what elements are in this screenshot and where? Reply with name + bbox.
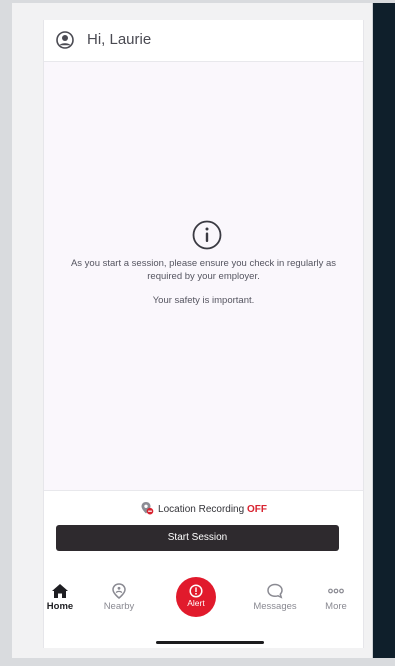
tab-messages[interactable]: Messages <box>245 575 305 625</box>
main-content: As you start a session, please ensure yo… <box>44 62 363 491</box>
app-header: Hi, Laurie <box>44 20 363 62</box>
user-circle-icon[interactable] <box>56 31 74 49</box>
tab-messages-label: Messages <box>253 601 297 612</box>
tab-home-label: Home <box>46 601 74 612</box>
alert-icon <box>189 584 203 598</box>
info-circle-icon <box>192 220 222 250</box>
message-bubble-icon <box>267 583 283 599</box>
background-strip-bottom <box>0 658 395 666</box>
app-screen: Hi, Laurie As you start a session, pleas… <box>43 20 364 648</box>
session-footer: Location Recording OFF Start Session Hom… <box>44 491 363 648</box>
location-recording-status: Location Recording OFF <box>44 501 363 519</box>
tab-alert-label: Alert <box>187 598 205 608</box>
location-recording-state: OFF <box>246 504 267 515</box>
tab-more[interactable]: More <box>306 575 363 625</box>
start-session-button[interactable]: Start Session <box>56 525 339 551</box>
location-off-icon <box>141 502 154 515</box>
tab-nearby-label: Nearby <box>103 601 135 612</box>
greeting-text: Hi, Laurie <box>87 31 152 48</box>
tab-alert-button[interactable]: Alert <box>176 577 216 617</box>
tab-home[interactable]: Home <box>44 575 90 625</box>
device-frame: Hi, Laurie As you start a session, pleas… <box>0 0 395 666</box>
tab-more-label: More <box>325 601 347 612</box>
safety-message: Your safety is important. <box>152 295 255 306</box>
tab-nearby[interactable]: Nearby <box>89 575 149 625</box>
session-message: As you start a session, please ensure yo… <box>70 258 337 282</box>
nearby-pin-icon <box>112 583 126 599</box>
location-recording-label: Location Recording <box>158 504 245 515</box>
home-icon <box>52 584 68 598</box>
more-dots-icon <box>328 588 344 594</box>
background-strip-left <box>0 0 12 666</box>
home-indicator[interactable] <box>156 641 264 644</box>
